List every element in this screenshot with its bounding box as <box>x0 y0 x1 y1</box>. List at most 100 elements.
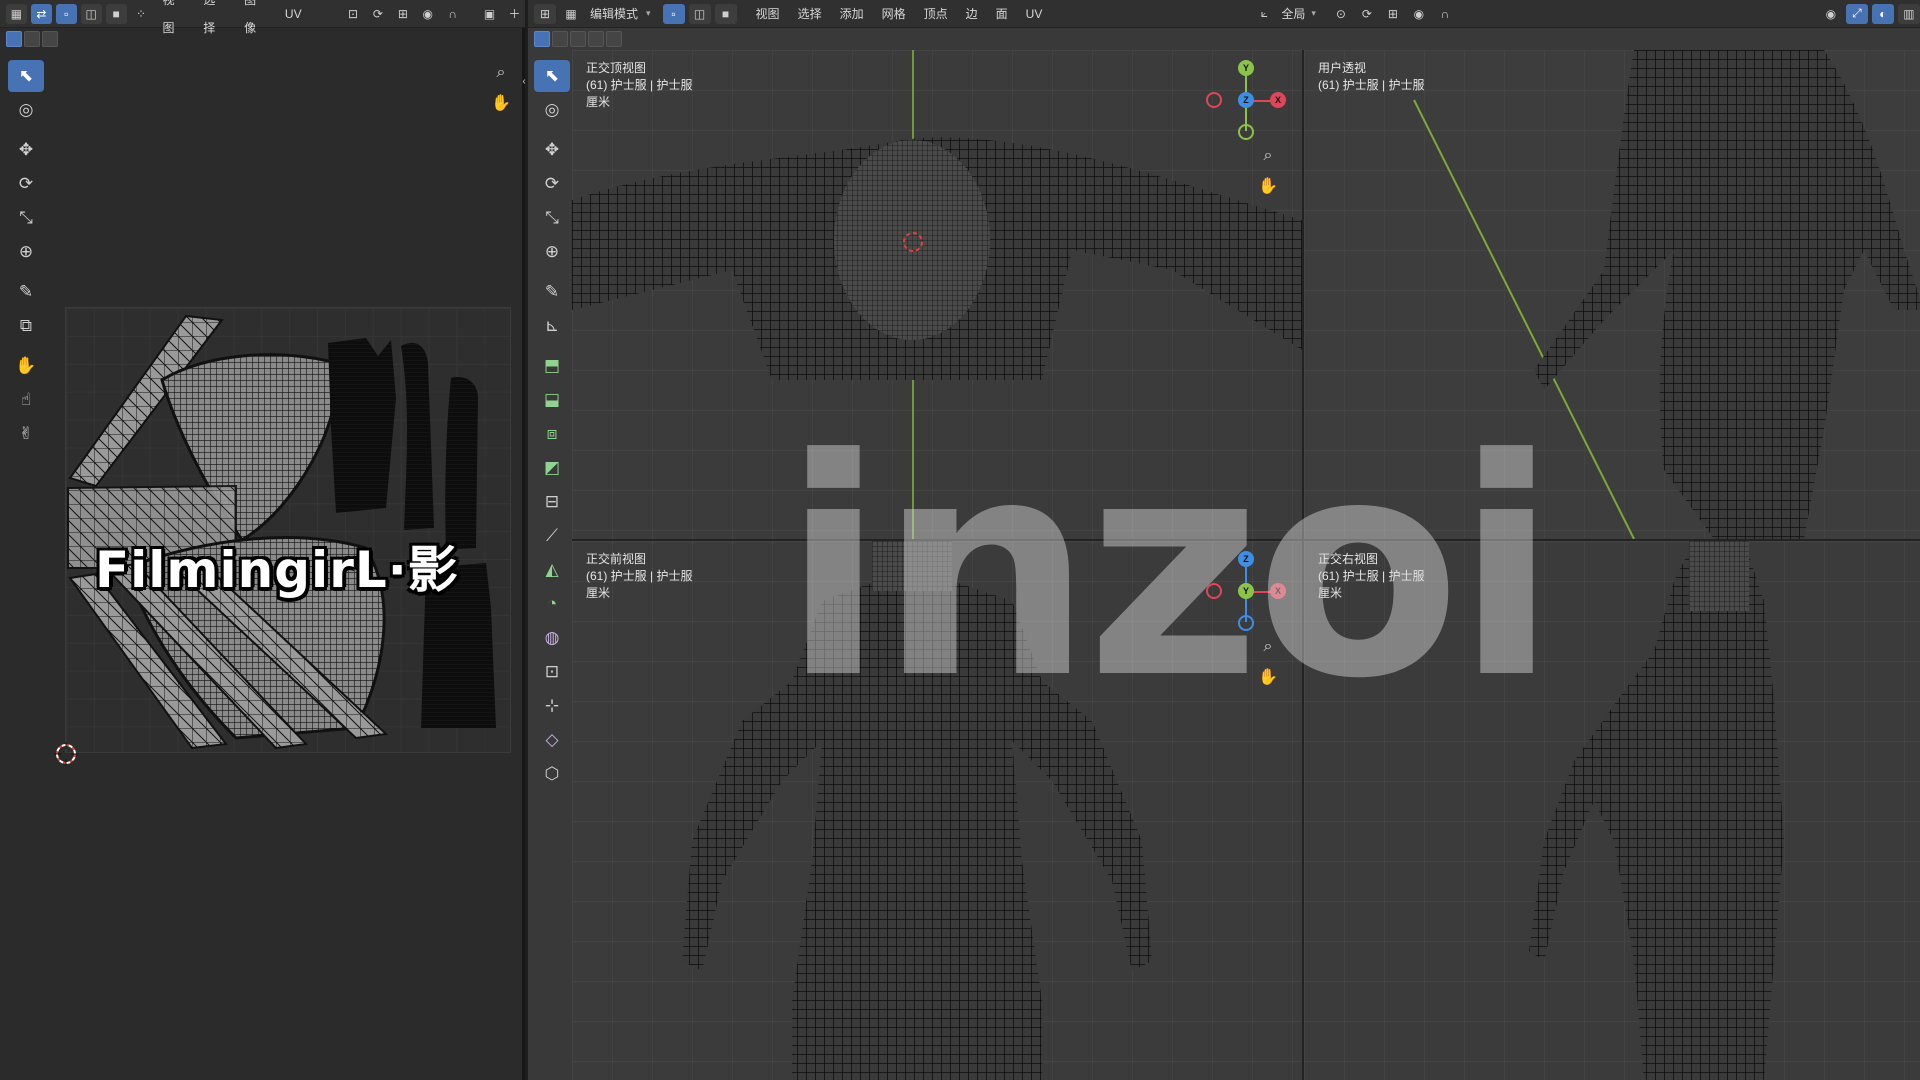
add-cube-icon[interactable]: ⬒ <box>534 350 570 382</box>
zoom-icon[interactable]: ⌕ <box>1255 634 1281 660</box>
snap-target-icon[interactable]: ⊞ <box>392 4 413 24</box>
gizmo-toggle-icon[interactable]: ⤢ <box>1845 3 1868 24</box>
relax-icon[interactable]: ☝ <box>8 384 44 416</box>
scale-icon[interactable]: ⤡ <box>8 202 44 234</box>
loop-cut-icon[interactable]: ⊟ <box>534 486 570 518</box>
transform-icon[interactable]: ⊕ <box>534 236 570 268</box>
snap-icon[interactable]: ⟳ <box>368 4 389 24</box>
menu-uv[interactable]: UV <box>1019 0 1050 28</box>
edge-slide-icon[interactable]: ⊡ <box>534 656 570 688</box>
mode-icon[interactable]: ▦ <box>560 4 582 24</box>
to-sphere-icon[interactable]: ⬡ <box>534 758 570 790</box>
spin-icon[interactable]: ◔ <box>534 588 570 620</box>
menu-mesh[interactable]: 网格 <box>875 0 913 28</box>
zoom-icon[interactable]: ⌕ <box>1255 143 1281 169</box>
mode-dropdown[interactable]: 编辑模式 <box>586 0 642 28</box>
menu-vertex[interactable]: 顶点 <box>917 0 955 28</box>
gizmo-z-axis[interactable]: Z <box>1238 551 1254 567</box>
sticky-select-icon[interactable]: ⁘ <box>131 4 152 24</box>
orientation-icon[interactable]: ⟀ <box>1253 4 1275 24</box>
vertex-select-icon[interactable]: ▫ <box>662 3 685 24</box>
viewport-top[interactable]: 正交顶视图 (61) 护士服 | 护士服 厘米 X Y Z ⌕ ✋ <box>572 50 1302 539</box>
select-box-icon[interactable]: ⬉ <box>8 60 44 92</box>
menu-select[interactable]: 选择 <box>196 0 233 42</box>
uv-editor-area[interactable]: ▦ ⇄ ▫ ◫ ■ ⁘ 视图 选择 图像 UV ⊡ ⟳ ⊞ ◉ ∩ ▣ ＋ ⬉ … <box>0 0 526 1080</box>
viewport-perspective[interactable]: 用户透视 (61) 护士服 | 护士服 <box>1304 50 1920 539</box>
snap-icon[interactable]: ⟳ <box>1356 4 1378 24</box>
mode-extend-icon[interactable] <box>552 31 568 47</box>
transform-orientation-dropdown[interactable]: 全局 <box>1279 0 1307 28</box>
grab-icon[interactable]: ✋ <box>8 350 44 382</box>
move-icon[interactable]: ✥ <box>534 134 570 166</box>
gizmo-x-axis[interactable]: X <box>1270 583 1286 599</box>
menu-add[interactable]: 添加 <box>833 0 871 28</box>
vertical-split[interactable] <box>1302 50 1304 1080</box>
knife-icon[interactable]: ⟋ <box>534 520 570 552</box>
falloff-icon[interactable]: ∩ <box>442 4 463 24</box>
pan-hand-icon[interactable]: ✋ <box>488 90 514 116</box>
select-box-icon[interactable]: ⬉ <box>534 60 570 92</box>
pan-hand-icon[interactable]: ✋ <box>1255 173 1281 199</box>
pivot-icon[interactable]: ⊡ <box>343 4 364 24</box>
menu-view[interactable]: 视图 <box>749 0 787 28</box>
vertex-select-icon[interactable]: ▫ <box>55 3 77 24</box>
extrude-region-icon[interactable]: ⬓ <box>534 384 570 416</box>
navigation-gizmo-top[interactable]: X Y Z <box>1206 60 1286 140</box>
menu-edge[interactable]: 边 <box>959 0 985 28</box>
editor-type-icon[interactable]: ⊞ <box>534 3 556 24</box>
mode-subtract-icon[interactable] <box>570 31 586 47</box>
gizmo-neg-x-axis[interactable] <box>1206 583 1222 599</box>
new-image-icon[interactable]: ＋ <box>504 4 525 24</box>
snap-target-icon[interactable]: ⊞ <box>1382 4 1404 24</box>
visibility-icon[interactable]: ◉ <box>1820 4 1842 24</box>
3d-viewport-area[interactable]: ⊞ ▦ 编辑模式 ▾ ▫ ◫ ■ 视图 选择 添加 网格 顶点 边 面 UV ⟀… <box>528 0 1920 1080</box>
navigation-gizmo-front[interactable]: X Z Y <box>1206 551 1286 631</box>
rip-region-icon[interactable]: ⧉ <box>8 310 44 342</box>
viewport-front[interactable]: 正交前视图 (61) 护士服 | 护士服 厘米 X Z Y ⌕ ✋ <box>572 541 1302 1080</box>
smooth-icon[interactable]: ◍ <box>534 622 570 654</box>
mode-subtract-icon[interactable] <box>42 31 58 47</box>
viewport-right[interactable]: 正交右视图 (61) 护士服 | 护士服 厘米 <box>1304 541 1920 1080</box>
horizontal-split[interactable] <box>572 539 1920 541</box>
uv-2d-cursor-icon[interactable] <box>53 741 79 767</box>
shear-icon[interactable]: ◇ <box>534 724 570 756</box>
annotate-icon[interactable]: ✎ <box>534 276 570 308</box>
pan-hand-icon[interactable]: ✋ <box>1255 664 1281 690</box>
edge-select-icon[interactable]: ◫ <box>80 3 102 24</box>
inset-faces-icon[interactable]: ⧈ <box>534 418 570 450</box>
face-select-icon[interactable]: ■ <box>714 3 737 24</box>
pivot-icon[interactable]: ⊙ <box>1330 4 1352 24</box>
gizmo-z-axis[interactable]: Z <box>1238 92 1254 108</box>
menu-face[interactable]: 面 <box>989 0 1015 28</box>
gizmo-y-axis[interactable]: Y <box>1238 60 1254 76</box>
annotate-icon[interactable]: ✎ <box>8 276 44 308</box>
gizmo-neg-x-axis[interactable] <box>1206 92 1222 108</box>
rotate-icon[interactable]: ⟳ <box>534 168 570 200</box>
menu-image[interactable]: 图像 <box>237 0 274 42</box>
measure-icon[interactable]: ⊾ <box>534 310 570 342</box>
bevel-icon[interactable]: ◩ <box>534 452 570 484</box>
mode-difference-icon[interactable] <box>588 31 604 47</box>
image-browse-icon[interactable]: ▣ <box>479 4 500 24</box>
rotate-icon[interactable]: ⟳ <box>8 168 44 200</box>
gizmo-neg-z-axis[interactable] <box>1238 615 1254 631</box>
xray-icon[interactable]: ▥ <box>1897 3 1920 24</box>
proportional-edit-icon[interactable]: ◉ <box>1408 4 1430 24</box>
uv-sync-selection-icon[interactable]: ⇄ <box>30 3 52 24</box>
gizmo-y-axis[interactable]: Y <box>1238 583 1254 599</box>
face-select-icon[interactable]: ■ <box>105 3 127 24</box>
menu-select[interactable]: 选择 <box>791 0 829 28</box>
transform-icon[interactable]: ⊕ <box>8 236 44 268</box>
move-icon[interactable]: ✥ <box>8 134 44 166</box>
gizmo-x-axis[interactable]: X <box>1270 92 1286 108</box>
mode-intersect-icon[interactable] <box>606 31 622 47</box>
pinch-icon[interactable]: ✌ <box>8 418 44 450</box>
poly-build-icon[interactable]: ◭ <box>534 554 570 586</box>
falloff-icon[interactable]: ∩ <box>1434 4 1456 24</box>
overlay-toggle-icon[interactable]: ◐ <box>1871 3 1894 24</box>
editor-type-icon[interactable]: ▦ <box>6 3 27 24</box>
edge-select-icon[interactable]: ◫ <box>688 3 711 24</box>
mode-set-icon[interactable] <box>6 31 22 47</box>
cursor-icon[interactable]: ◎ <box>8 94 44 126</box>
mode-extend-icon[interactable] <box>24 31 40 47</box>
